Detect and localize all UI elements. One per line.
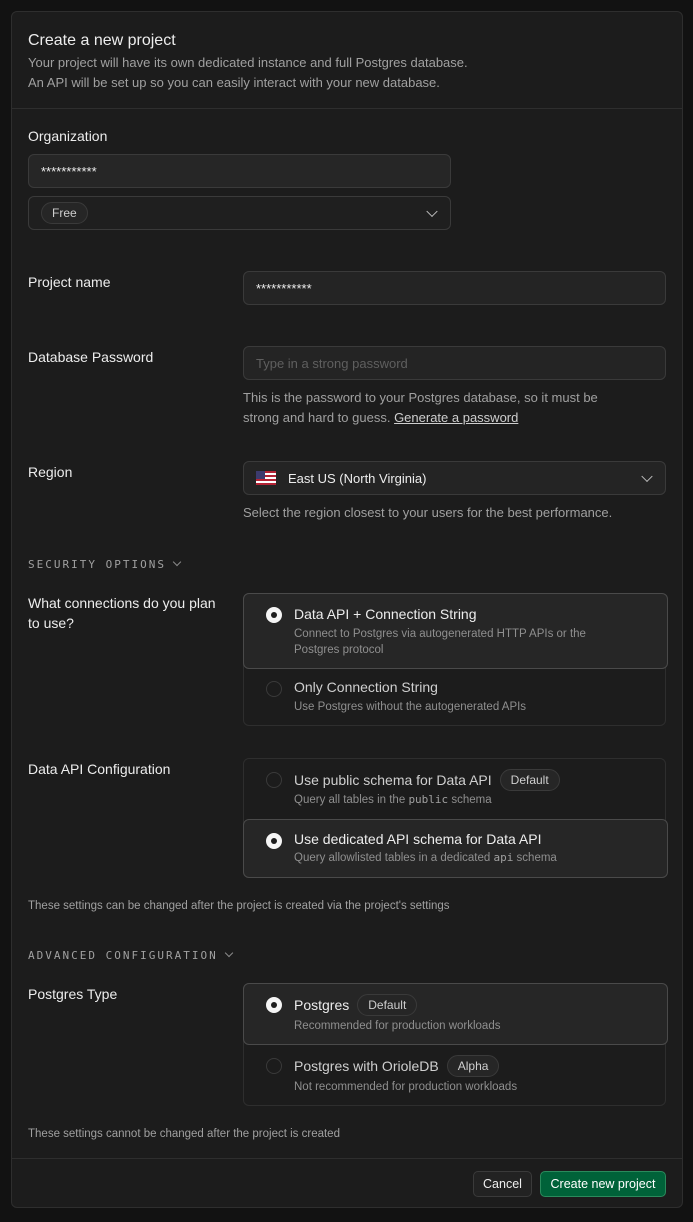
dialog-subtitle-line1: Your project will have its own dedicated… bbox=[28, 55, 468, 70]
advanced-configuration-toggle[interactable]: ADVANCED CONFIGURATION bbox=[28, 948, 233, 962]
alpha-badge: Alpha bbox=[446, 1055, 500, 1077]
option-description: Not recommended for production workloads bbox=[294, 1081, 518, 1093]
option-title: Use dedicated API schema for Data API bbox=[294, 831, 542, 847]
security-note: These settings can be changed after the … bbox=[28, 900, 450, 912]
data-api-config-label: Data API Configuration bbox=[28, 761, 171, 777]
radio-button[interactable] bbox=[266, 681, 282, 697]
option-title: Only Connection String bbox=[294, 679, 438, 695]
chevron-down-icon bbox=[426, 205, 438, 218]
default-badge: Default bbox=[357, 994, 418, 1016]
password-help-line2: strong and hard to guess. Generate a pas… bbox=[243, 410, 519, 425]
organization-plan-select[interactable]: Free bbox=[28, 196, 451, 230]
radio-button[interactable] bbox=[266, 607, 282, 623]
option-data-api-connection-string[interactable]: Data API + Connection String Connect to … bbox=[243, 593, 668, 669]
chevron-down-icon bbox=[172, 557, 182, 567]
data-api-radio-group: Use public schema for Data API Default Q… bbox=[243, 758, 668, 878]
option-public-schema[interactable]: Use public schema for Data API Default Q… bbox=[244, 759, 665, 819]
password-help-line1: This is the password to your Postgres da… bbox=[243, 390, 598, 405]
radio-button[interactable] bbox=[266, 833, 282, 849]
plan-badge: Free bbox=[41, 202, 88, 224]
option-postgres-orioledb[interactable]: Postgres with OrioleDB Alpha Not recomme… bbox=[244, 1045, 665, 1106]
project-name-value: *********** bbox=[256, 280, 312, 296]
organization-field[interactable]: *********** bbox=[28, 154, 451, 188]
radio-button[interactable] bbox=[266, 1058, 282, 1074]
dialog-title: Create a new project bbox=[28, 32, 176, 49]
cancel-button[interactable]: Cancel bbox=[473, 1171, 532, 1197]
option-dedicated-api-schema[interactable]: Use dedicated API schema for Data API Qu… bbox=[243, 819, 668, 878]
connections-label-line2: to use? bbox=[28, 615, 74, 631]
organization-value: *********** bbox=[41, 163, 97, 179]
option-title: Use public schema for Data API Default bbox=[294, 769, 560, 791]
region-value: East US (North Virginia) bbox=[288, 470, 427, 486]
region-select[interactable]: East US (North Virginia) bbox=[243, 461, 666, 495]
option-description: Query allowlisted tables in a dedicated … bbox=[294, 851, 557, 864]
database-password-placeholder: Type in a strong password bbox=[256, 355, 408, 371]
option-description: Connect to Postgres via autogenerated HT… bbox=[294, 628, 586, 656]
chevron-down-icon bbox=[641, 470, 653, 483]
connections-label-line1: What connections do you plan bbox=[28, 595, 216, 611]
security-options-toggle[interactable]: SECURITY OPTIONS bbox=[28, 557, 182, 571]
database-password-label: Database Password bbox=[28, 349, 154, 365]
option-description: Query all tables in the public schema bbox=[294, 793, 492, 806]
option-description: Use Postgres without the autogenerated A… bbox=[294, 701, 527, 713]
organization-label: Organization bbox=[28, 128, 108, 144]
create-project-button[interactable]: Create new project bbox=[540, 1171, 666, 1197]
project-name-label: Project name bbox=[28, 274, 111, 290]
dialog-footer: Cancel Create new project bbox=[12, 1158, 682, 1207]
chevron-down-icon bbox=[224, 948, 233, 958]
option-title: Data API + Connection String bbox=[294, 606, 477, 622]
dialog-header: Create a new project Your project will h… bbox=[12, 12, 682, 109]
us-flag-icon bbox=[256, 471, 276, 485]
option-only-connection-string[interactable]: Only Connection String Use Postgres with… bbox=[244, 669, 665, 726]
option-title: Postgres with OrioleDB Alpha bbox=[294, 1055, 500, 1077]
database-password-input[interactable]: Type in a strong password bbox=[243, 346, 666, 380]
option-description: Recommended for production workloads bbox=[294, 1020, 501, 1032]
region-label: Region bbox=[28, 464, 73, 480]
radio-button[interactable] bbox=[266, 997, 282, 1013]
connections-radio-group: Data API + Connection String Connect to … bbox=[243, 593, 668, 726]
postgres-type-label: Postgres Type bbox=[28, 986, 118, 1002]
generate-password-link[interactable]: Generate a password bbox=[394, 410, 518, 425]
region-help: Select the region closest to your users … bbox=[243, 505, 613, 520]
option-title: Postgres Default bbox=[294, 994, 418, 1016]
create-project-dialog: Create a new project Your project will h… bbox=[11, 11, 683, 1208]
option-postgres[interactable]: Postgres Default Recommended for product… bbox=[243, 983, 668, 1045]
dialog-subtitle-line2: An API will be set up so you can easily … bbox=[28, 75, 440, 90]
project-name-input[interactable]: *********** bbox=[243, 271, 666, 305]
radio-button[interactable] bbox=[266, 772, 282, 788]
postgres-type-radio-group: Postgres Default Recommended for product… bbox=[243, 983, 668, 1106]
default-badge: Default bbox=[499, 769, 560, 791]
advanced-note: These settings cannot be changed after t… bbox=[28, 1128, 340, 1140]
